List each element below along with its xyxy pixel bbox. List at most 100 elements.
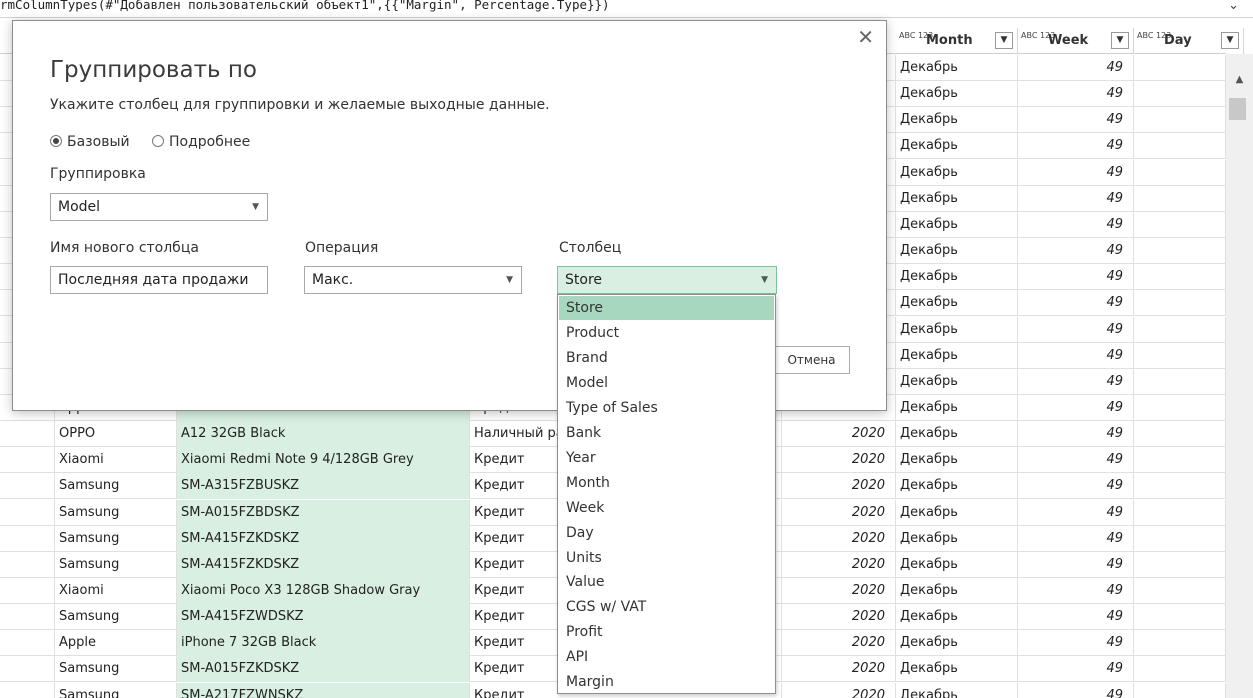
table-cell-month[interactable]: Декабрь — [896, 473, 1018, 500]
table-cell-day[interactable] — [1134, 368, 1226, 395]
radio-basic[interactable]: Базовый — [50, 134, 130, 150]
table-cell-year[interactable]: 2020 — [782, 447, 896, 474]
row-index-cell[interactable] — [0, 421, 55, 448]
table-cell-product[interactable]: Xiaomi Poco X3 128GB Shadow Gray — [177, 578, 470, 604]
table-cell-month[interactable]: Декабрь — [896, 394, 1018, 421]
table-cell-product[interactable]: SM-A015FZKDSKZ — [177, 656, 470, 683]
table-cell-day[interactable] — [1134, 55, 1226, 81]
radio-advanced[interactable]: Подробнее — [152, 134, 250, 150]
table-cell-year[interactable]: 2020 — [782, 551, 896, 578]
table-cell-day[interactable] — [1134, 630, 1226, 657]
table-cell-month[interactable]: Декабрь — [896, 316, 1018, 343]
table-cell-day[interactable] — [1134, 133, 1226, 160]
table-cell-week[interactable]: 49 — [1018, 290, 1134, 317]
table-cell-day[interactable] — [1134, 447, 1226, 474]
dropdown-option[interactable]: Bank — [559, 421, 774, 445]
dropdown-option[interactable]: Profit — [559, 620, 774, 644]
row-index-cell[interactable] — [0, 499, 55, 526]
table-cell-year[interactable]: 2020 — [782, 682, 896, 698]
row-index-cell[interactable] — [0, 578, 55, 604]
chevron-down-icon[interactable]: ⌄ — [1228, 0, 1239, 13]
row-index-cell[interactable] — [0, 473, 55, 500]
table-cell-month[interactable]: Декабрь — [896, 290, 1018, 317]
row-index-cell[interactable] — [0, 525, 55, 552]
table-cell-year[interactable]: 2020 — [782, 630, 896, 657]
table-cell-year[interactable]: 2020 — [782, 656, 896, 683]
row-index-cell[interactable] — [0, 630, 55, 657]
table-cell-week[interactable]: 49 — [1018, 421, 1134, 448]
table-cell-month[interactable]: Декабрь — [896, 342, 1018, 369]
table-cell-brand[interactable]: Apple — [55, 630, 177, 657]
filter-dropdown-icon[interactable]: ▼ — [1111, 32, 1129, 49]
table-cell-day[interactable] — [1134, 159, 1226, 186]
table-cell-day[interactable] — [1134, 656, 1226, 683]
table-cell-month[interactable]: Декабрь — [896, 447, 1018, 474]
table-cell-month[interactable]: Декабрь — [896, 211, 1018, 238]
table-cell-brand[interactable]: Xiaomi — [55, 578, 177, 604]
table-cell-brand[interactable]: Samsung — [55, 656, 177, 683]
table-cell-week[interactable]: 49 — [1018, 525, 1134, 552]
table-cell-day[interactable] — [1134, 316, 1226, 343]
column-select[interactable]: Store ▼ — [557, 266, 777, 294]
table-cell-product[interactable]: iPhone 7 32GB Black — [177, 630, 470, 657]
table-cell-product[interactable]: SM-A415FZKDSKZ — [177, 551, 470, 578]
table-cell-month[interactable]: Декабрь — [896, 630, 1018, 657]
table-cell-year[interactable]: 2020 — [782, 473, 896, 500]
table-cell-month[interactable]: Декабрь — [896, 55, 1018, 81]
scroll-up-icon[interactable]: ▲ — [1226, 74, 1253, 92]
cancel-button[interactable]: Отмена — [773, 346, 850, 374]
table-cell-day[interactable] — [1134, 551, 1226, 578]
table-cell-week[interactable]: 49 — [1018, 656, 1134, 683]
table-cell-day[interactable] — [1134, 394, 1226, 421]
table-cell-brand[interactable]: Samsung — [55, 551, 177, 578]
table-cell-day[interactable] — [1134, 290, 1226, 317]
row-index-cell[interactable] — [0, 604, 55, 631]
table-cell-month[interactable]: Декабрь — [896, 133, 1018, 160]
table-cell-brand[interactable]: Samsung — [55, 473, 177, 500]
table-cell-day[interactable] — [1134, 604, 1226, 631]
column-header-week[interactable]: ABC 123 Week ▼ — [1018, 28, 1134, 54]
table-cell-brand[interactable]: Samsung — [55, 604, 177, 631]
table-cell-brand[interactable]: Samsung — [55, 682, 177, 698]
table-cell-brand[interactable]: Samsung — [55, 499, 177, 526]
table-cell-week[interactable]: 49 — [1018, 81, 1134, 108]
dropdown-option[interactable]: Type of Sales — [559, 396, 774, 420]
table-cell-month[interactable]: Декабрь — [896, 185, 1018, 212]
table-cell-month[interactable]: Декабрь — [896, 499, 1018, 526]
table-cell-week[interactable]: 49 — [1018, 342, 1134, 369]
row-index-cell[interactable] — [0, 682, 55, 698]
table-cell-year[interactable]: 2020 — [782, 578, 896, 604]
table-cell-month[interactable]: Декабрь — [896, 264, 1018, 291]
table-cell-month[interactable]: Декабрь — [896, 604, 1018, 631]
operation-select[interactable]: Макс. ▼ — [304, 266, 522, 294]
table-cell-week[interactable]: 49 — [1018, 55, 1134, 81]
table-cell-day[interactable] — [1134, 238, 1226, 265]
grouping-select[interactable]: Model ▼ — [50, 193, 268, 221]
radio-checked-icon[interactable] — [50, 135, 62, 147]
table-cell-week[interactable]: 49 — [1018, 133, 1134, 160]
table-cell-month[interactable]: Декабрь — [896, 107, 1018, 134]
table-cell-month[interactable]: Декабрь — [896, 551, 1018, 578]
table-cell-week[interactable]: 49 — [1018, 499, 1134, 526]
table-cell-month[interactable]: Декабрь — [896, 421, 1018, 448]
table-cell-week[interactable]: 49 — [1018, 394, 1134, 421]
table-cell-year[interactable]: 2020 — [782, 604, 896, 631]
table-cell-product[interactable]: SM-A315FZBUSKZ — [177, 473, 470, 500]
table-cell-product[interactable]: SM-A217FZWNSKZ — [177, 682, 470, 698]
table-cell-product[interactable]: SM-A015FZBDSKZ — [177, 499, 470, 526]
table-cell-year[interactable]: 2020 — [782, 499, 896, 526]
table-cell-week[interactable]: 49 — [1018, 211, 1134, 238]
table-cell-week[interactable]: 49 — [1018, 159, 1134, 186]
table-cell-day[interactable] — [1134, 473, 1226, 500]
dropdown-option[interactable]: Value — [559, 570, 774, 594]
formula-bar[interactable]: rmColumnTypes(#"Добавлен пользовательски… — [0, 0, 1253, 18]
table-cell-month[interactable]: Декабрь — [896, 578, 1018, 604]
table-cell-month[interactable]: Декабрь — [896, 238, 1018, 265]
table-cell-week[interactable]: 49 — [1018, 316, 1134, 343]
table-cell-month[interactable]: Декабрь — [896, 368, 1018, 395]
dropdown-option[interactable]: Store — [559, 296, 774, 320]
table-cell-week[interactable]: 49 — [1018, 264, 1134, 291]
table-cell-brand[interactable]: Samsung — [55, 525, 177, 552]
table-cell-product[interactable]: SM-A415FZWDSKZ — [177, 604, 470, 631]
table-cell-month[interactable]: Декабрь — [896, 159, 1018, 186]
